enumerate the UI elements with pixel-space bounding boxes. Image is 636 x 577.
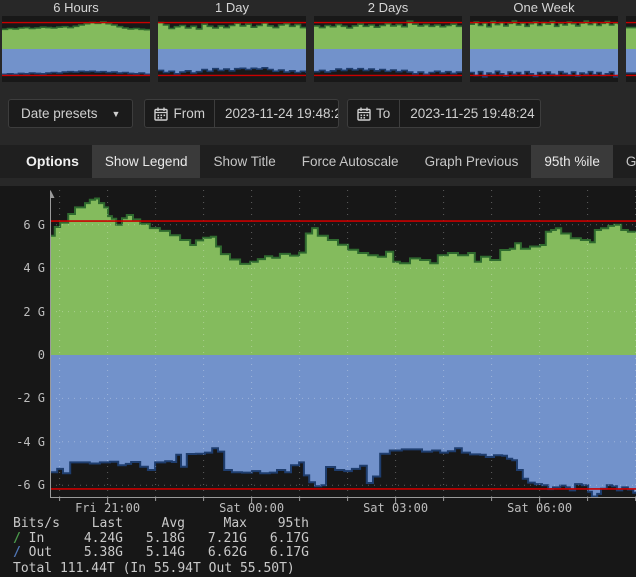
legend-header-row: Bits/s Last Avg Max 95th — [13, 517, 309, 532]
graph-legend: Bits/s Last Avg Max 95th / In 4.24G5.18G7… — [13, 517, 309, 576]
x-tick-label: Sat 03:00 — [351, 502, 441, 515]
y-tick-label: 0 — [0, 348, 45, 362]
legend-series-name: In — [29, 531, 45, 546]
date-bar: Date presets ▼ From 2023-11-24 19:48:2 T… — [8, 99, 549, 128]
from-date-button[interactable]: From — [144, 99, 215, 128]
options-title: Options — [13, 145, 92, 178]
x-tick-label: Sat 06:00 — [495, 502, 585, 515]
thumbnail-graph[interactable] — [158, 16, 306, 82]
option-show-title[interactable]: Show Title — [200, 145, 288, 178]
to-date-group: To 2023-11-25 19:48:24 — [347, 99, 541, 128]
legend-total: Total 111.44T (In 55.94T Out 55.50T) — [13, 561, 309, 576]
in-series-marker: / — [13, 531, 29, 546]
options-bar: Options Show LegendShow TitleForce Autos… — [0, 145, 636, 178]
chevron-down-icon: ▼ — [112, 109, 121, 119]
thumbnail-title: 6 Hours — [2, 0, 150, 16]
legend-row-in: / In 4.24G5.18G7.21G6.17G — [13, 532, 309, 547]
date-presets-label: Date presets — [21, 106, 98, 121]
y-tick-label: -6 G — [0, 478, 45, 492]
option-graph-trend[interactable]: Graph Trend — [613, 145, 636, 178]
thumbnail-title — [626, 0, 636, 16]
thumbnail-graph[interactable] — [2, 16, 150, 82]
y-tick-label: 4 G — [0, 261, 45, 275]
traffic-graph-panel: 6 G 4 G 2 G 0 -2 G -4 G -6 G Fri 21:00 Sat 00:0… — [0, 186, 636, 577]
thumbnail-graph[interactable] — [314, 16, 462, 82]
from-date-input[interactable]: 2023-11-24 19:48:2 — [215, 99, 339, 128]
y-tick-label: 6 G — [0, 218, 45, 232]
options-items: Show LegendShow TitleForce AutoscaleGrap… — [92, 145, 636, 178]
thumbnail-title: 2 Days — [314, 0, 462, 16]
legend-unit: Bits/s — [13, 517, 63, 532]
date-presets-button[interactable]: Date presets ▼ — [8, 99, 133, 128]
legend-value: 5.18G — [123, 532, 185, 547]
y-tick-label: -2 G — [0, 391, 45, 405]
legend-value: 5.14G — [123, 546, 185, 561]
x-tick-label: Fri 21:00 — [63, 502, 153, 515]
traffic-graph-plot[interactable] — [50, 190, 636, 510]
legend-value: 4.24G — [63, 532, 123, 547]
option-graph-previous[interactable]: Graph Previous — [412, 145, 532, 178]
legend-value: 6.17G — [247, 546, 309, 561]
thumbnail-group-2-days: 2 Days — [314, 0, 462, 82]
network-graph-page: { "date_bar": { "presets_label": "Date p… — [0, 0, 636, 577]
legend-value: 5.38G — [63, 546, 123, 561]
to-date-button[interactable]: To — [347, 99, 400, 128]
legend-col-avg: Avg — [123, 517, 185, 532]
legend-series-name: Out — [29, 545, 52, 560]
thumbnail-graph[interactable] — [626, 16, 636, 82]
calendar-icon — [154, 107, 168, 121]
thumbnail-title: 1 Day — [158, 0, 306, 16]
from-label: From — [173, 106, 205, 121]
legend-value: 6.17G — [247, 532, 309, 547]
legend-col-max: Max — [185, 517, 247, 532]
to-label: To — [376, 106, 390, 121]
legend-col-95th: 95th — [247, 517, 309, 532]
x-tick-label: Sat 00:00 — [207, 502, 297, 515]
legend-value: 7.21G — [185, 532, 247, 547]
thumbnail-group-partial — [626, 0, 636, 82]
to-date-input[interactable]: 2023-11-25 19:48:24 — [400, 99, 541, 128]
option-force-autoscale[interactable]: Force Autoscale — [289, 145, 412, 178]
legend-row-out: / Out 5.38G5.14G6.62G6.17G — [13, 546, 309, 561]
legend-col-last: Last — [63, 517, 123, 532]
from-date-group: From 2023-11-24 19:48:2 — [144, 99, 339, 128]
thumbnail-title: One Week — [470, 0, 618, 16]
thumbnail-graph[interactable] — [470, 16, 618, 82]
calendar-icon — [357, 107, 371, 121]
option-show-legend[interactable]: Show Legend — [92, 145, 201, 178]
option-95th-ile[interactable]: 95th %ile — [531, 145, 613, 178]
y-tick-label: 2 G — [0, 305, 45, 319]
thumbnail-group-6-hours: 6 Hours — [2, 0, 150, 82]
thumbnail-group-1-day: 1 Day — [158, 0, 306, 82]
y-tick-label: -4 G — [0, 435, 45, 449]
out-series-marker: / — [13, 545, 29, 560]
thumbnail-group-one-week: One Week — [470, 0, 618, 82]
legend-value: 6.62G — [185, 546, 247, 561]
